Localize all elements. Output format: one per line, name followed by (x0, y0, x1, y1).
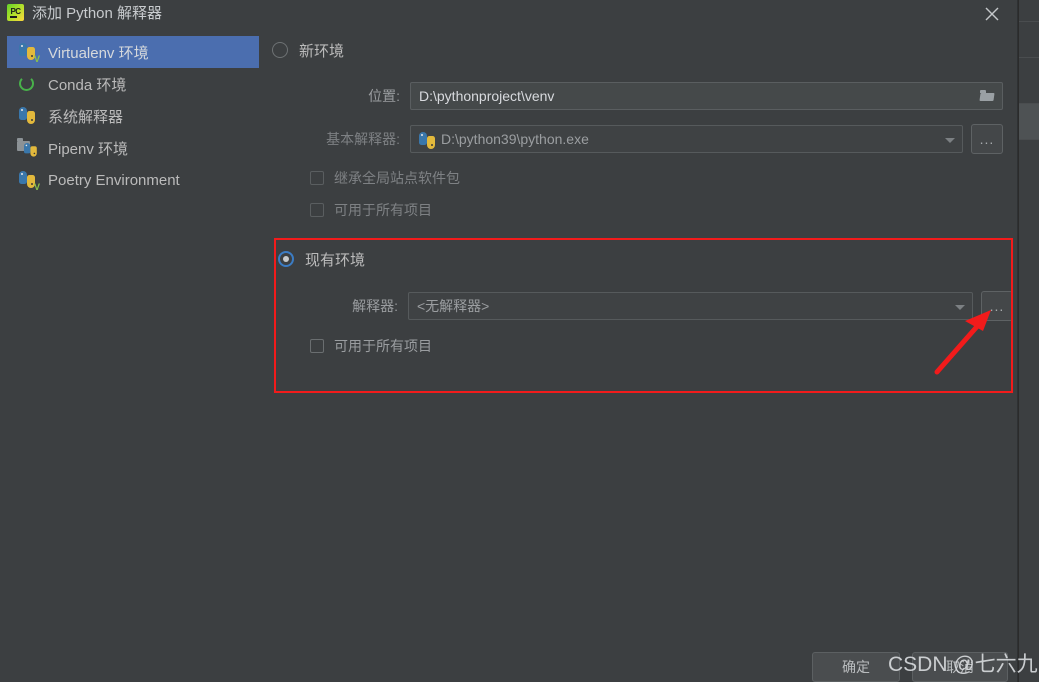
sidebar-item-system-interpreter[interactable]: 系统解释器 (7, 100, 259, 132)
dialog-title: 添加 Python 解释器 (32, 5, 163, 22)
base-interpreter-label: 基本解释器: (326, 131, 400, 147)
existing-environment-group: 现有环境 解释器: <无解释器> ... 可用于所有项目 (278, 241, 1013, 356)
inherit-global-site-packages-row[interactable]: 继承全局站点软件包 (310, 168, 1017, 188)
chevron-down-icon (955, 305, 965, 310)
make-available-all-projects-label: 可用于所有项目 (334, 202, 432, 218)
existing-available-all-projects-label: 可用于所有项目 (334, 338, 432, 354)
location-value: D:\pythonproject\venv (419, 88, 555, 104)
existing-environment-radio-row[interactable]: 现有环境 (278, 245, 1013, 273)
python-poetry-icon: V (17, 170, 40, 192)
sidebar-item-poetry[interactable]: V Poetry Environment (7, 164, 259, 196)
interpreter-value: <无解释器> (417, 298, 490, 314)
sidebar-item-label: 系统解释器 (48, 108, 124, 126)
base-interpreter-row: 基本解释器: D:\python39\python.exe ... (272, 124, 1017, 154)
existing-environment-radio[interactable] (278, 251, 294, 267)
python-virtualenv-icon: V (17, 42, 40, 64)
environment-type-list[interactable]: V Virtualenv 环境 Conda 环境 系统解释器 Pipenv 环境… (7, 36, 259, 636)
interpreter-row: 解释器: <无解释器> ... (278, 291, 1013, 321)
interpreter-label: 解释器: (352, 298, 398, 314)
ok-button[interactable]: 确定 (812, 652, 900, 682)
location-input[interactable]: D:\pythonproject\venv (410, 82, 1003, 110)
dialog-titlebar: PC 添加 Python 解释器 (0, 0, 1018, 30)
existing-available-all-projects-row[interactable]: 可用于所有项目 (310, 336, 1013, 356)
background-row (1019, 0, 1039, 22)
sidebar-item-conda[interactable]: Conda 环境 (7, 68, 259, 100)
cancel-button[interactable]: 取消 (912, 652, 1008, 682)
sidebar-item-label: Conda 环境 (48, 76, 127, 94)
pycharm-icon: PC (7, 4, 24, 21)
python-icon (419, 131, 435, 149)
base-interpreter-browse-button[interactable]: ... (971, 124, 1003, 154)
sidebar-item-label: Virtualenv 环境 (48, 44, 149, 62)
background-row (1019, 140, 1039, 682)
background-row (1019, 22, 1039, 58)
chevron-down-icon (945, 138, 955, 143)
pipenv-folder-icon (17, 138, 39, 158)
new-environment-label: 新环境 (299, 42, 345, 60)
screen: PC 添加 Python 解释器 V Virtualenv 环境 Conda 环… (0, 0, 1039, 682)
close-icon[interactable] (974, 0, 1010, 28)
sidebar-item-label: Pipenv 环境 (48, 140, 129, 158)
interpreter-browse-button[interactable]: ... (981, 291, 1013, 321)
background-ide-panel (1018, 0, 1039, 682)
location-row: 位置: D:\pythonproject\venv (272, 82, 1017, 110)
make-available-all-projects-row[interactable]: 可用于所有项目 (310, 200, 1017, 220)
interpreter-combobox[interactable]: <无解释器> (408, 292, 973, 320)
add-python-interpreter-dialog: PC 添加 Python 解释器 V Virtualenv 环境 Conda 环… (0, 0, 1018, 682)
background-row-selected (1019, 104, 1039, 140)
sidebar-item-pipenv[interactable]: Pipenv 环境 (7, 132, 259, 164)
folder-browse-icon[interactable] (979, 90, 995, 101)
inherit-global-site-packages-label: 继承全局站点软件包 (334, 170, 460, 186)
python-icon (17, 106, 39, 126)
base-interpreter-combobox[interactable]: D:\python39\python.exe (410, 125, 963, 153)
sidebar-item-label: Poetry Environment (48, 171, 180, 189)
sidebar-item-virtualenv[interactable]: V Virtualenv 环境 (7, 36, 259, 68)
new-environment-radio[interactable] (272, 42, 288, 58)
background-row (1019, 58, 1039, 104)
new-environment-group: 新环境 位置: D:\pythonproject\venv 基本解释器: D:\… (272, 36, 1017, 220)
location-label: 位置: (368, 88, 400, 104)
conda-icon (17, 74, 39, 94)
inherit-global-site-packages-checkbox[interactable] (310, 171, 324, 185)
make-available-all-projects-checkbox[interactable] (310, 203, 324, 217)
new-environment-radio-row[interactable]: 新环境 (272, 36, 1017, 64)
existing-environment-label: 现有环境 (305, 251, 366, 269)
base-interpreter-value: D:\python39\python.exe (441, 131, 589, 147)
existing-available-all-projects-checkbox[interactable] (310, 339, 324, 353)
